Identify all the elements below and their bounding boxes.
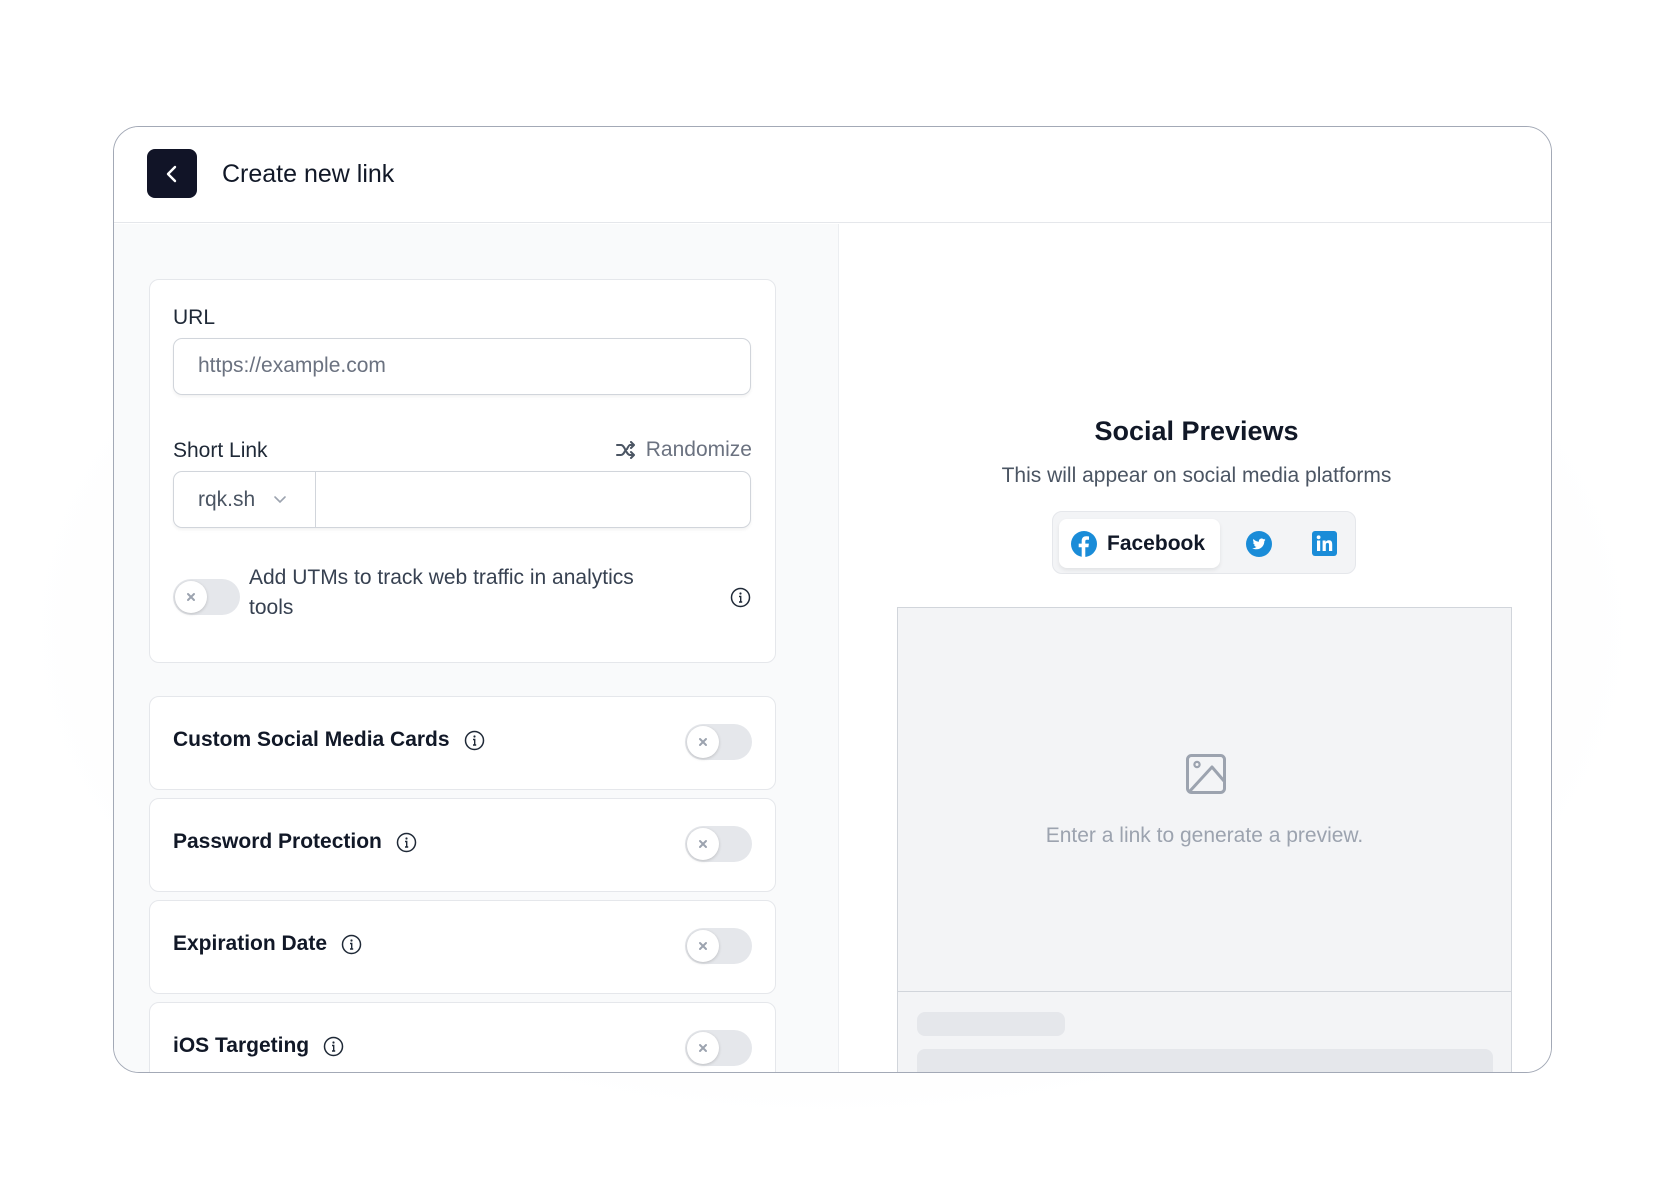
facebook-preview-card: Enter a link to generate a preview.	[897, 607, 1512, 1072]
linkedin-icon	[1312, 531, 1337, 556]
skeleton-line	[917, 1012, 1065, 1036]
create-link-modal: Create new link URL https://example.com …	[113, 126, 1552, 1073]
feature-title: Custom Social Media Cards	[173, 728, 450, 751]
password-toggle[interactable]	[685, 826, 752, 862]
custom-social-toggle[interactable]	[685, 724, 752, 760]
tab-linkedin[interactable]	[1312, 531, 1337, 556]
url-placeholder: https://example.com	[198, 354, 386, 377]
toggle-knob	[687, 930, 719, 962]
chevron-left-icon	[165, 164, 179, 184]
toggle-knob	[687, 1032, 719, 1064]
shuffle-icon	[615, 441, 636, 459]
url-input[interactable]: https://example.com	[173, 338, 751, 395]
feature-card-ios: iOS Targeting	[149, 1002, 776, 1072]
url-label: URL	[173, 306, 216, 329]
preview-image-placeholder: Enter a link to generate a preview.	[898, 608, 1511, 992]
preview-subtitle: This will appear on social media platfor…	[1001, 464, 1392, 487]
feature-label: Password Protection	[173, 827, 417, 857]
x-icon	[698, 1043, 708, 1053]
tab-facebook-label: Facebook	[1107, 531, 1206, 555]
preview-empty-text: Enter a link to generate a preview.	[1045, 824, 1364, 847]
ios-toggle[interactable]	[685, 1030, 752, 1066]
facebook-icon	[1071, 530, 1097, 557]
toggle-knob	[175, 581, 207, 613]
x-icon	[698, 941, 708, 951]
tab-facebook[interactable]: Facebook	[1059, 519, 1220, 568]
x-icon	[698, 737, 708, 747]
feature-label: iOS Targeting	[173, 1031, 344, 1061]
link-basics-card: URL https://example.com Short Link Rando…	[149, 279, 776, 663]
utm-toggle[interactable]	[173, 579, 240, 615]
toggle-knob	[687, 726, 719, 758]
social-preview-panel: Social Previews This will appear on soci…	[840, 224, 1551, 1072]
chevron-down-icon	[273, 495, 287, 504]
preview-title: Social Previews	[1094, 416, 1299, 446]
skeleton-line	[917, 1049, 1493, 1072]
feature-card-custom-social: Custom Social Media Cards	[149, 696, 776, 790]
utm-label: Add UTMs to track web traffic in analyti…	[249, 566, 634, 619]
feature-title: Password Protection	[173, 830, 382, 853]
short-link-key-input[interactable]	[317, 472, 750, 527]
tab-twitter[interactable]	[1246, 531, 1272, 557]
x-icon	[698, 839, 708, 849]
page-title: Create new link	[222, 160, 395, 188]
feature-card-password: Password Protection	[149, 798, 776, 892]
link-settings-panel: URL https://example.com Short Link Rando…	[114, 224, 839, 1072]
twitter-icon	[1246, 531, 1272, 557]
domain-value: rqk.sh	[198, 487, 256, 511]
feature-label: Expiration Date	[173, 929, 362, 959]
info-icon[interactable]	[730, 587, 751, 608]
x-icon	[186, 592, 196, 602]
toggle-knob	[687, 828, 719, 860]
feature-label: Custom Social Media Cards	[173, 725, 485, 755]
domain-select[interactable]: rqk.sh	[174, 472, 316, 527]
feature-title: Expiration Date	[173, 932, 328, 955]
short-link-label: Short Link	[173, 439, 268, 462]
image-icon	[1186, 754, 1226, 799]
modal-header: Create new link	[114, 127, 1551, 223]
feature-title: iOS Targeting	[173, 1034, 310, 1057]
info-icon[interactable]	[464, 730, 485, 751]
platform-tabs: Facebook	[1052, 511, 1356, 574]
feature-card-expiration: Expiration Date	[149, 900, 776, 994]
info-icon[interactable]	[396, 832, 417, 853]
info-icon[interactable]	[341, 934, 362, 955]
short-link-field: rqk.sh	[173, 471, 751, 528]
info-icon[interactable]	[323, 1036, 344, 1057]
randomize-label: Randomize	[645, 438, 752, 461]
expiration-toggle[interactable]	[685, 928, 752, 964]
randomize-button[interactable]: Randomize	[615, 438, 752, 462]
back-button[interactable]	[147, 149, 197, 198]
